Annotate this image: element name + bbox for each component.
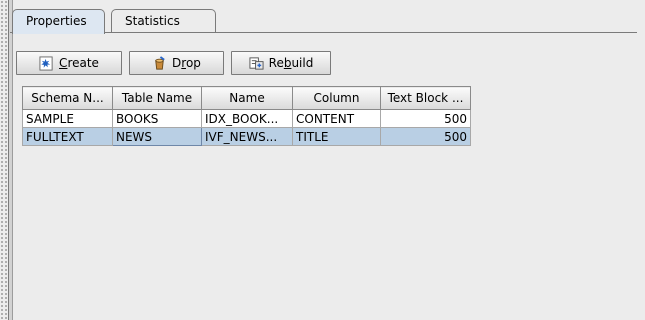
drop-prefix: D (172, 56, 182, 70)
column-header-schema[interactable]: Schema N... (22, 86, 113, 110)
table-row[interactable]: SAMPLE BOOKS IDX_BOOK... CONTENT 500 (22, 109, 471, 128)
column-header-name[interactable]: Name (201, 86, 293, 110)
cell-schema[interactable]: SAMPLE (22, 109, 113, 128)
cell-column[interactable]: TITLE (292, 127, 381, 146)
rebuild-icon (249, 56, 264, 70)
window-edge-grip (0, 0, 8, 320)
rebuild-prefix: Re (268, 56, 284, 70)
cell-name[interactable]: IVF_NEWS... (201, 127, 293, 146)
rebuild-rest: uild (291, 56, 314, 70)
drop-icon (155, 55, 165, 70)
column-header-text-block[interactable]: Text Block ... (380, 86, 471, 110)
index-table: Schema N... Table Name Name Column Text … (22, 86, 471, 146)
tab-properties[interactable]: Properties (12, 9, 105, 34)
tab-strip: Properties Statistics (10, 9, 637, 34)
drop-button[interactable]: Drop (129, 51, 224, 75)
rebuild-button[interactable]: Rebuild (231, 51, 331, 75)
drop-rest: op (185, 56, 201, 70)
cell-text-block[interactable]: 500 (380, 127, 471, 146)
table-row[interactable]: FULLTEXT NEWS IVF_NEWS... TITLE 500 (22, 127, 471, 146)
cell-column[interactable]: CONTENT (292, 109, 381, 128)
cell-schema[interactable]: FULLTEXT (22, 127, 113, 146)
create-button[interactable]: Create (16, 51, 122, 75)
cell-text-block[interactable]: 500 (380, 109, 471, 128)
star-burst-icon (39, 55, 53, 71)
cell-table-name[interactable]: NEWS (112, 127, 202, 146)
column-header-column[interactable]: Column (292, 86, 381, 110)
tab-statistics[interactable]: Statistics (111, 9, 216, 33)
cell-table-name[interactable]: BOOKS (112, 109, 202, 128)
column-header-table-name[interactable]: Table Name (112, 86, 202, 110)
panel-frame (8, 0, 645, 320)
create-label: reate (67, 56, 99, 70)
cell-name[interactable]: IDX_BOOK... (201, 109, 293, 128)
